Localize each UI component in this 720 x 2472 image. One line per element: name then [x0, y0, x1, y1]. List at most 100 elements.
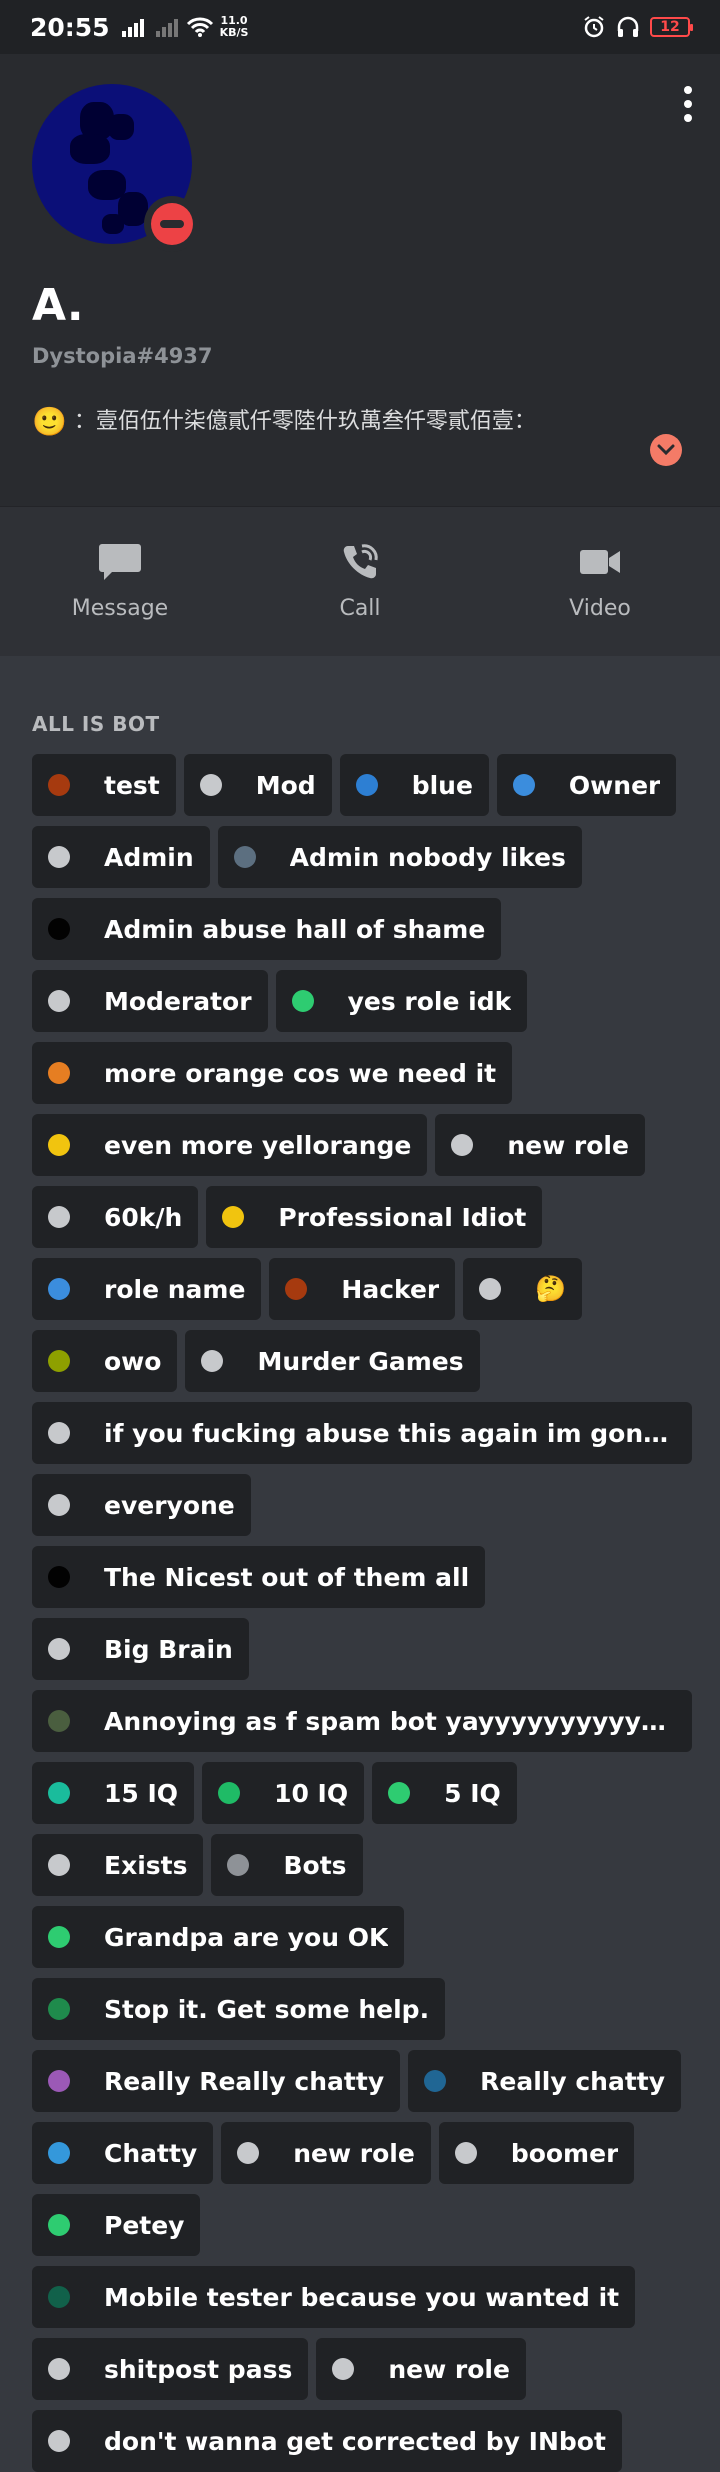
role-color-dot: [48, 1422, 70, 1444]
message-button[interactable]: Message: [30, 542, 210, 621]
role-pill[interactable]: Really Really chatty: [32, 2050, 401, 2112]
role-pill[interactable]: 10 IQ: [202, 1762, 365, 1824]
user-tag: Dystopia#4937: [32, 344, 213, 368]
role-color-dot: [48, 1782, 70, 1804]
role-color-dot: [233, 846, 256, 868]
chevron-down-icon: [657, 444, 675, 456]
role-pill[interactable]: 60k/h: [32, 1186, 199, 1248]
more-options-icon[interactable]: [682, 86, 694, 122]
role-color-dot: [454, 2142, 477, 2164]
roles-section: ALL IS BOT test Mod blue Owner Admin Admin no…: [0, 656, 720, 2472]
role-pill[interactable]: Admin: [32, 826, 210, 888]
role-name: Admin: [104, 842, 194, 872]
role-pill[interactable]: new role: [316, 2338, 526, 2400]
role-pill[interactable]: new role: [221, 2122, 431, 2184]
role-pill[interactable]: shitpost pass: [32, 2338, 309, 2400]
role-pill[interactable]: Professional Idiot: [206, 1186, 543, 1248]
role-pill[interactable]: Mod: [183, 754, 332, 816]
role-name: Bots: [283, 1850, 347, 1880]
profile-actions: Message Call Video: [0, 506, 720, 656]
role-pill[interactable]: Murder Games: [185, 1330, 480, 1392]
role-color-dot: [424, 2070, 447, 2092]
role-name: Mobile tester because you wanted it: [104, 2282, 620, 2312]
role-name: Petey: [104, 2210, 185, 2240]
role-name: Owner: [568, 770, 661, 800]
role-name: role name: [104, 1274, 246, 1304]
role-pill[interactable]: Grandpa are you OK: [32, 1906, 405, 1968]
role-pill[interactable]: boomer: [438, 2122, 635, 2184]
role-color-dot: [451, 1134, 474, 1156]
role-color-dot: [48, 2214, 70, 2236]
role-pill[interactable]: Mobile tester because you wanted it: [32, 2266, 636, 2328]
role-name: yes role idk: [347, 986, 512, 1016]
role-name: don't wanna get corrected by INbot: [104, 2426, 606, 2456]
signal-icon: [121, 19, 144, 37]
network-speed: 11.0 KB/S: [219, 14, 249, 39]
role-pill[interactable]: Big Brain: [32, 1618, 249, 1680]
role-pill[interactable]: Moderator: [32, 970, 268, 1032]
role-pill[interactable]: Admin abuse hall of shame: [32, 898, 502, 960]
role-name: 🤔: [535, 1274, 567, 1303]
role-name: owo: [104, 1346, 162, 1376]
role-name: Exists: [104, 1850, 188, 1880]
role-color-dot: [48, 1278, 70, 1300]
roles-heading: ALL IS BOT: [32, 712, 160, 736]
role-pill[interactable]: 🤔: [463, 1258, 583, 1320]
role-color-dot: [218, 1782, 241, 1804]
role-pill[interactable]: Hacker: [269, 1258, 456, 1320]
role-pill[interactable]: Really chatty: [408, 2050, 682, 2112]
roles-list: test Mod blue Owner Admin Admin nobody likes A…: [32, 754, 692, 2472]
role-pill[interactable]: yes role idk: [275, 970, 528, 1032]
role-pill[interactable]: Annoying as f spam bot yayyyyyyyyyyyyyyy…: [32, 1690, 692, 1752]
role-pill[interactable]: blue: [339, 754, 489, 816]
role-pill[interactable]: new role: [435, 1114, 645, 1176]
signal-secondary-icon: [155, 19, 178, 37]
display-name: A.: [32, 280, 84, 331]
role-color-dot: [48, 1638, 70, 1660]
role-pill[interactable]: Admin nobody likes: [217, 826, 582, 888]
role-name: Chatty: [104, 2138, 198, 2168]
wifi-icon: [186, 17, 213, 37]
role-name: blue: [411, 770, 473, 800]
role-pill[interactable]: The Nicest out of them all: [32, 1546, 486, 1608]
role-pill[interactable]: if you fucking abuse this again im gonna…: [32, 1402, 692, 1464]
role-pill[interactable]: owo: [32, 1330, 178, 1392]
video-button[interactable]: Video: [510, 542, 690, 621]
role-color-dot: [201, 1350, 224, 1372]
role-color-dot: [227, 1854, 250, 1876]
role-pill[interactable]: Chatty: [32, 2122, 214, 2184]
role-color-dot: [48, 1566, 70, 1588]
role-pill[interactable]: Exists: [32, 1834, 204, 1896]
role-name: Really Really chatty: [104, 2066, 385, 2096]
role-pill[interactable]: more orange cos we need it: [32, 1042, 513, 1104]
role-pill[interactable]: Owner: [496, 754, 677, 816]
role-pill[interactable]: even more yellorange: [32, 1114, 428, 1176]
role-pill[interactable]: 15 IQ: [32, 1762, 195, 1824]
role-color-dot: [48, 1998, 70, 2020]
role-name: Moderator: [104, 986, 252, 1016]
role-pill[interactable]: Petey: [32, 2194, 201, 2256]
role-name: Hacker: [341, 1274, 440, 1304]
role-pill[interactable]: everyone: [32, 1474, 251, 1536]
role-color-dot: [48, 1134, 70, 1156]
call-button[interactable]: Call: [270, 542, 450, 621]
role-name: boomer: [510, 2138, 619, 2168]
role-pill[interactable]: test: [32, 754, 176, 816]
role-pill[interactable]: role name: [32, 1258, 262, 1320]
role-name: Big Brain: [104, 1634, 233, 1664]
expand-status-button[interactable]: [650, 434, 682, 466]
role-name: Professional Idiot: [278, 1202, 527, 1232]
role-name: new role: [293, 2138, 415, 2168]
role-pill[interactable]: 5 IQ: [372, 1762, 517, 1824]
role-name: 5 IQ: [444, 1778, 501, 1808]
role-pill[interactable]: Bots: [211, 1834, 363, 1896]
role-name: Murder Games: [257, 1346, 464, 1376]
role-name: Admin abuse hall of shame: [104, 914, 486, 944]
role-pill[interactable]: don't wanna get corrected by INbot: [32, 2410, 622, 2472]
role-name: shitpost pass: [104, 2354, 293, 2384]
role-color-dot: [48, 1062, 70, 1084]
role-pill[interactable]: Stop it. Get some help.: [32, 1978, 446, 2040]
status-indicator: [144, 196, 200, 252]
role-name: Stop it. Get some help.: [104, 1994, 430, 2024]
role-color-dot: [512, 774, 535, 796]
